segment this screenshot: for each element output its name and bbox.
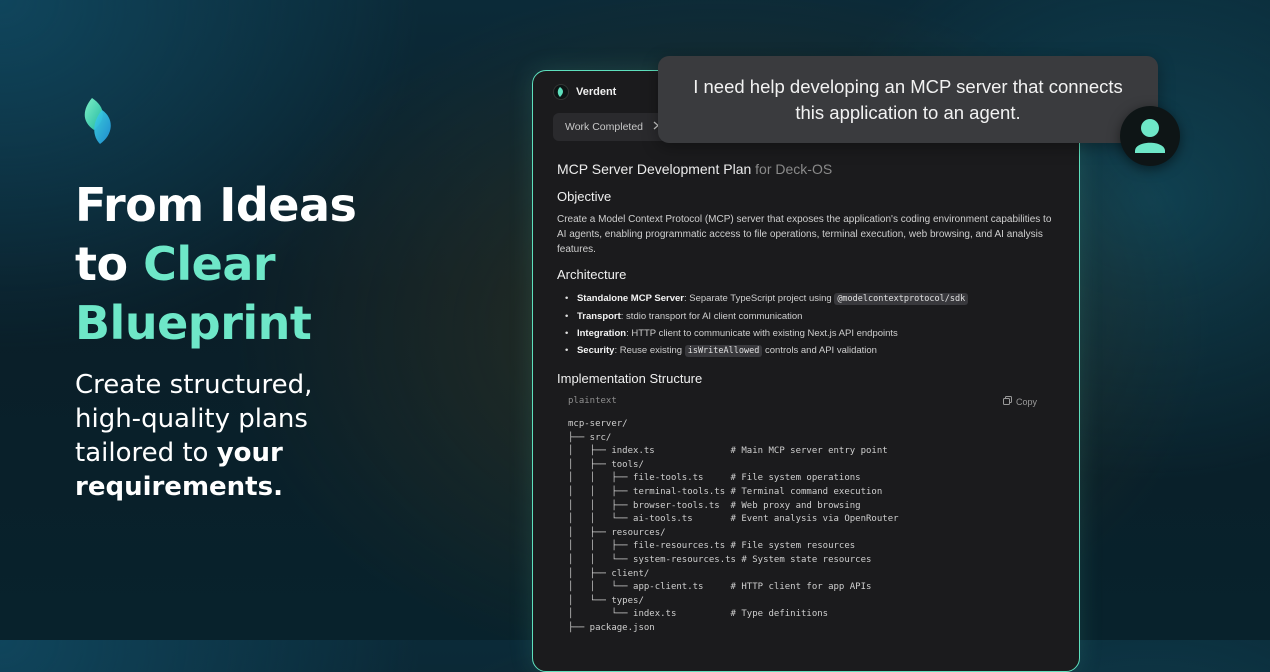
bullet-text: : stdio transport for AI client communic… — [620, 311, 803, 322]
copy-label: Copy — [1015, 396, 1037, 407]
code-line: │ ├── resources/ — [568, 527, 666, 538]
user-avatar — [1120, 106, 1180, 166]
code-line: │ ├── tools/ — [568, 459, 644, 470]
implementation-heading: Implementation Structure — [557, 371, 703, 386]
headline-accent-1: Clear — [143, 237, 276, 291]
code-block: plaintext Copy mcp-server/ ├── src/ │ ├── … — [557, 396, 1057, 636]
app-window: Verdent Work Completed MCP Server Develo… — [532, 70, 1080, 672]
plan-document: MCP Server Development Plan for Deck-OS … — [557, 161, 1057, 636]
app-brand: Verdent — [553, 84, 616, 100]
headline-line1: From Ideas — [75, 178, 357, 232]
list-item: Transport: stdio transport for AI client… — [565, 308, 1057, 325]
verdent-small-logo-icon — [553, 84, 569, 100]
user-message-text: I need help developing an MCP server tha… — [693, 75, 1123, 123]
objective-heading: Objective — [557, 189, 612, 204]
code-lines: mcp-server/ ├── src/ │ ├── index.ts # Main… — [568, 418, 1057, 636]
bullet-text-after: controls and API validation — [762, 345, 877, 356]
user-message-bubble: I need help developing an MCP server tha… — [658, 56, 1158, 143]
code-line: mcp-server/ — [568, 419, 628, 429]
code-header: plaintext Copy — [557, 396, 1057, 407]
code-line: │ │ ├── browser-tools.ts # Web proxy and… — [568, 500, 861, 511]
bullet-label: Security — [576, 345, 615, 356]
bullet-text: : Reuse existing — [614, 345, 685, 356]
bullet-label: Standalone MCP Server — [576, 293, 684, 304]
code-line: │ └── types/ — [568, 595, 644, 606]
architecture-list: Standalone MCP Server: Separate TypeScri… — [565, 290, 1057, 360]
code-line: │ │ └── ai-tools.ts # Event analysis via… — [568, 514, 899, 525]
code-line: ├── package.json — [568, 622, 655, 633]
brand-name: Verdent — [576, 86, 617, 98]
code-line: │ │ ├── terminal-tools.ts # Terminal com… — [568, 486, 883, 497]
list-item: Security: Reuse existing isWriteAllowed … — [565, 342, 1057, 360]
code-line: │ └── index.ts # Type definitions — [568, 609, 829, 620]
list-item: Standalone MCP Server: Separate TypeScri… — [565, 290, 1057, 308]
headline-to: to — [75, 237, 128, 291]
code-line: ├── src/ — [568, 432, 612, 443]
code-line: │ ├── index.ts # Main MCP server entry p… — [568, 446, 888, 457]
code-line: │ │ ├── file-tools.ts # File system oper… — [568, 473, 861, 484]
bullet-label: Transport — [576, 311, 621, 322]
work-completed-label: Work Completed — [565, 121, 644, 133]
work-completed-button[interactable]: Work Completed — [553, 113, 672, 141]
verdent-logo-icon — [78, 96, 118, 146]
bullet-text: : Separate TypeScript project using — [683, 293, 835, 304]
bullet-text: : HTTP client to communicate with existi… — [626, 328, 898, 339]
inline-code: @modelcontextprotocol/sdk — [834, 293, 969, 305]
user-avatar-icon — [1135, 119, 1165, 153]
code-line: │ ├── client/ — [568, 568, 650, 579]
inline-code: isWriteAllowed — [684, 345, 763, 357]
hero-headline: From Ideas to Clear Blueprint — [75, 176, 435, 353]
copy-icon — [1002, 396, 1012, 407]
code-language: plaintext — [568, 396, 617, 406]
code-line: │ │ └── system-resources.ts # System sta… — [568, 554, 872, 565]
architecture-heading: Architecture — [557, 267, 627, 282]
bullet-label: Integration — [576, 328, 627, 339]
doc-title-main: MCP Server Development Plan — [557, 161, 752, 177]
doc-title-suffix: for Deck-OS — [755, 161, 833, 177]
doc-title: MCP Server Development Plan for Deck-OS — [557, 161, 1057, 177]
code-line: │ │ └── app-client.ts # HTTP client for … — [568, 582, 872, 593]
hero-subhead: Create structured, high-quality plans ta… — [75, 368, 375, 504]
headline-accent-2: Blueprint — [75, 296, 312, 350]
list-item: Integration: HTTP client to communicate … — [565, 325, 1057, 342]
objective-text: Create a Model Context Protocol (MCP) se… — [557, 214, 1052, 255]
copy-button[interactable]: Copy — [1002, 396, 1037, 407]
code-line: │ │ ├── file-resources.ts # File system … — [568, 541, 856, 552]
